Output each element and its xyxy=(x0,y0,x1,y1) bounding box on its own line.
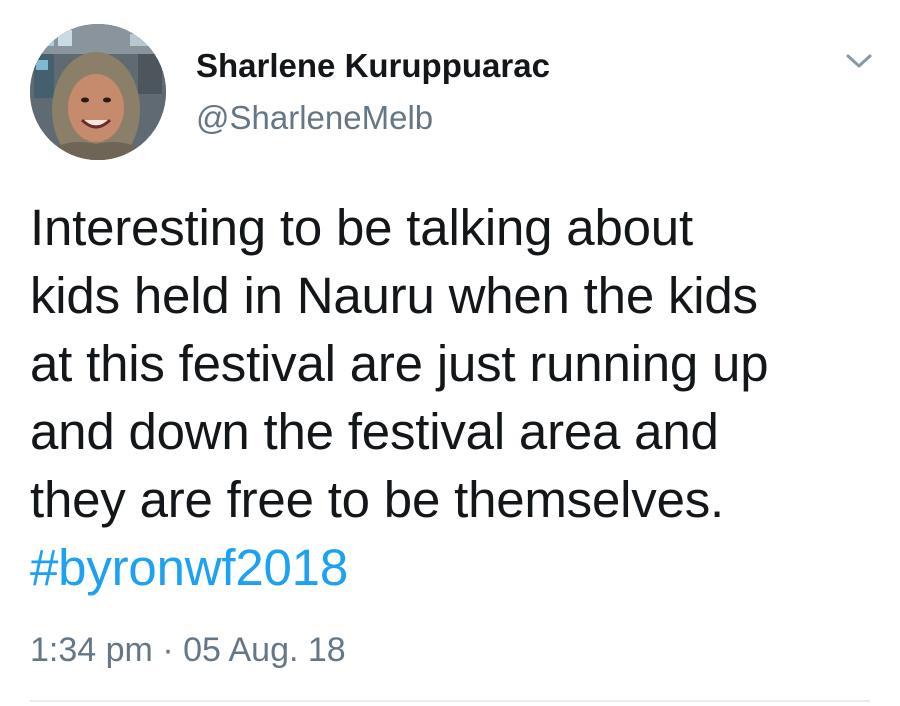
tweet-text-line: and down the festival area and xyxy=(30,403,719,460)
tweet-card: Sharlene Kuruppuarac @SharleneMelb Inter… xyxy=(0,0,900,706)
tweet-text-line: at this festival are just running up xyxy=(30,335,769,392)
timestamp-separator: · xyxy=(162,631,174,669)
tweet-body: Interesting to be talking about kids hel… xyxy=(30,194,880,602)
tweet-text-line: kids held in Nauru when the kids xyxy=(30,267,758,324)
tweet-date: 05 Aug. 18 xyxy=(183,631,346,669)
tweet-text-line: they are free to be themselves. xyxy=(30,471,725,528)
tweet-text-line: Interesting to be talking about xyxy=(30,199,693,256)
hashtag-link[interactable]: #byronwf2018 xyxy=(30,539,348,596)
tweet-time: 1:34 pm xyxy=(30,631,153,669)
user-handle[interactable]: @SharleneMelb xyxy=(196,98,550,138)
user-avatar-icon xyxy=(30,24,166,160)
avatar[interactable] xyxy=(30,24,166,160)
tweet-menu-button[interactable] xyxy=(842,50,876,74)
display-name[interactable]: Sharlene Kuruppuarac xyxy=(196,46,550,86)
divider xyxy=(30,700,870,702)
tweet-author: Sharlene Kuruppuarac @SharleneMelb xyxy=(196,46,550,138)
tweet-timestamp[interactable]: 1:34 pm · 05 Aug. 18 xyxy=(30,628,346,672)
chevron-down-icon xyxy=(846,54,872,68)
